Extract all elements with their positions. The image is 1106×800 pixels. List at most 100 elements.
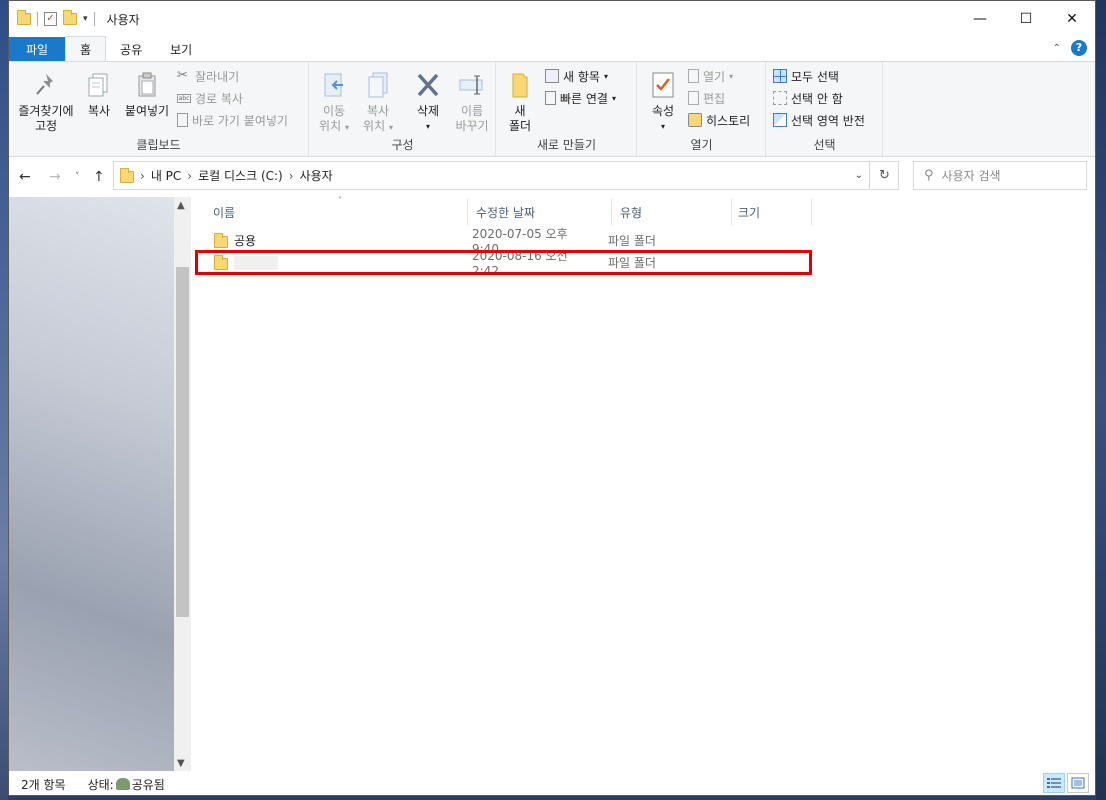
navigation-bar: ← → ˅ ↑ › 내 PC › 로컬 디스크 (C:) › 사용자 ⌄ ↻ ⚲… xyxy=(9,158,1095,196)
large-icons-view-icon xyxy=(1071,777,1085,789)
file-list: ˅ 이름 수정한 날짜 유형 크기 공용 2020-07-05 오후 9:40 … xyxy=(192,196,1095,771)
back-arrow-icon[interactable]: ← xyxy=(19,169,31,185)
details-view-icon xyxy=(1047,778,1061,788)
shared-users-icon xyxy=(115,778,130,790)
view-switcher xyxy=(1043,773,1089,793)
copy-to-icon xyxy=(363,70,393,100)
new-item-icon xyxy=(545,69,559,83)
scrollbar-thumb[interactable] xyxy=(176,267,189,617)
select-none-button[interactable]: 선택 안 함 xyxy=(773,88,843,108)
cut-button[interactable]: ✂ 잘라내기 xyxy=(177,66,239,86)
move-to-icon xyxy=(319,70,349,100)
paste-icon xyxy=(132,70,162,100)
breadcrumb-local-disk[interactable]: 로컬 디스크 (C:) xyxy=(198,167,283,184)
scissors-icon: ✂ xyxy=(177,68,188,83)
tab-share[interactable]: 공유 xyxy=(106,37,156,61)
easy-access-icon xyxy=(545,91,556,105)
paste-shortcut-button[interactable]: 바로 가기 붙여넣기 xyxy=(177,110,288,130)
delete-button[interactable]: 삭제 ▾ xyxy=(410,70,446,134)
invert-selection-button[interactable]: 선택 영역 반전 xyxy=(773,110,865,130)
edit-icon xyxy=(688,91,699,105)
search-icon: ⚲ xyxy=(924,168,934,183)
refresh-icon: ↻ xyxy=(879,168,890,183)
new-folder-button[interactable]: 새 폴더 xyxy=(505,70,535,134)
breadcrumb-this-pc[interactable]: 내 PC xyxy=(151,167,181,184)
window-title: 사용자 xyxy=(106,12,140,27)
status-bar: 2개 항목 상태: 공유됨 xyxy=(9,771,1095,795)
open-icon xyxy=(688,69,699,83)
pin-to-quick-access-button[interactable]: 즐겨찾기에 고정 xyxy=(15,70,77,134)
properties-icon xyxy=(648,70,678,100)
minimize-button[interactable]: — xyxy=(957,1,1003,37)
maximize-button[interactable]: ☐ xyxy=(1003,1,1049,37)
refresh-button[interactable]: ↻ xyxy=(871,161,899,190)
up-arrow-icon[interactable]: ↑ xyxy=(93,169,105,185)
breadcrumb-users[interactable]: 사용자 xyxy=(300,167,333,184)
open-group-label: 열기 xyxy=(690,138,713,152)
copy-path-icon: abc xyxy=(177,93,191,103)
organize-group: 이동 위치 ▾ 복사 위치 ▾ 삭제 ▾ 이름 바꾸기 구성 xyxy=(310,62,496,156)
navigation-pane-scrollbar[interactable]: ▲ ▼ xyxy=(174,197,191,771)
rename-button[interactable]: 이름 바꾸기 xyxy=(452,70,492,134)
copy-to-button[interactable]: 복사 위치 ▾ xyxy=(360,70,396,135)
scroll-up-icon[interactable]: ▲ xyxy=(177,200,185,211)
forward-arrow-icon[interactable]: → xyxy=(49,169,61,185)
column-header-modified[interactable]: 수정한 날짜 xyxy=(468,199,612,225)
new-folder-icon xyxy=(505,70,535,100)
large-icons-view-button[interactable] xyxy=(1067,773,1089,793)
tab-file[interactable]: 파일 xyxy=(9,37,65,61)
move-to-button[interactable]: 이동 위치 ▾ xyxy=(316,70,352,135)
column-header-type[interactable]: 유형 xyxy=(612,199,732,225)
close-button[interactable]: ✕ xyxy=(1049,1,1095,37)
select-all-button[interactable]: 모두 선택 xyxy=(773,66,839,86)
edit-button[interactable]: 편집 xyxy=(688,88,725,108)
select-all-icon xyxy=(773,69,787,83)
paste-shortcut-icon xyxy=(177,113,188,127)
folder-icon xyxy=(17,10,31,25)
open-button[interactable]: 열기 ▾ xyxy=(688,66,733,86)
properties-check-icon[interactable]: ✓ xyxy=(44,12,57,26)
search-box[interactable]: ⚲ 사용자 검색 xyxy=(913,161,1087,190)
share-state: 상태: 공유됨 xyxy=(87,777,165,792)
ribbon-tabs: 파일 홈 공유 보기 ⌃ ? xyxy=(9,36,1095,61)
delete-x-icon xyxy=(413,70,443,100)
organize-group-label: 구성 xyxy=(391,138,414,152)
tab-view[interactable]: 보기 xyxy=(156,37,206,61)
file-name: 공용 xyxy=(234,234,257,248)
column-header-size[interactable]: 크기 xyxy=(732,199,812,225)
details-view-button[interactable] xyxy=(1043,773,1065,793)
customize-toolbar-dropdown-icon[interactable]: ▾ xyxy=(83,14,88,24)
ribbon-home: 즐겨찾기에 고정 복사 붙여넣기 ✂ 잘라내기 abc 경로 복사 바로 가기 … xyxy=(9,61,1095,157)
recent-locations-chevron-icon[interactable]: ˅ xyxy=(75,172,80,182)
column-header-name[interactable]: 이름 xyxy=(192,199,468,225)
select-group-label: 선택 xyxy=(813,138,836,152)
address-bar[interactable]: › 내 PC › 로컬 디스크 (C:) › 사용자 ⌄ xyxy=(113,161,870,190)
title-bar: ✓ ▾ 사용자 — ☐ ✕ xyxy=(9,1,1095,37)
properties-button[interactable]: 속성 ▾ xyxy=(646,70,680,134)
copy-icon xyxy=(84,70,114,100)
explorer-window: ✓ ▾ 사용자 — ☐ ✕ 파일 홈 공유 보기 ⌃ ? 즐겨찾기에 고정 복사… xyxy=(8,0,1096,796)
new-folder-icon[interactable] xyxy=(63,10,77,25)
invert-selection-icon xyxy=(773,113,787,127)
easy-access-button[interactable]: 빠른 연결 ▾ xyxy=(545,88,616,108)
paste-button[interactable]: 붙여넣기 xyxy=(121,70,173,119)
copy-path-button[interactable]: abc 경로 복사 xyxy=(177,88,243,108)
rename-icon xyxy=(457,70,487,100)
address-dropdown-chevron-icon[interactable]: ⌄ xyxy=(855,170,863,181)
navigation-pane[interactable] xyxy=(9,197,174,771)
quick-access-toolbar: ✓ ▾ 사용자 xyxy=(9,1,140,37)
scroll-down-icon[interactable]: ▼ xyxy=(177,758,185,769)
file-type: 파일 폴더 xyxy=(608,234,656,248)
select-group: 모두 선택 선택 안 함 선택 영역 반전 선택 xyxy=(767,62,883,156)
copy-button[interactable]: 복사 xyxy=(81,70,117,119)
clipboard-group-label: 클립보드 xyxy=(136,138,181,152)
folder-icon xyxy=(214,233,228,248)
pin-icon xyxy=(31,70,61,100)
help-icon[interactable]: ? xyxy=(1071,40,1087,56)
history-button[interactable]: 히스토리 xyxy=(688,110,750,130)
ribbon-collapse-chevron-icon[interactable]: ⌃ xyxy=(1053,43,1061,54)
new-item-button[interactable]: 새 항목 ▾ xyxy=(545,66,608,86)
tab-home[interactable]: 홈 xyxy=(65,36,107,61)
column-headers: 이름 수정한 날짜 유형 크기 xyxy=(192,199,812,225)
select-none-icon xyxy=(773,91,787,105)
